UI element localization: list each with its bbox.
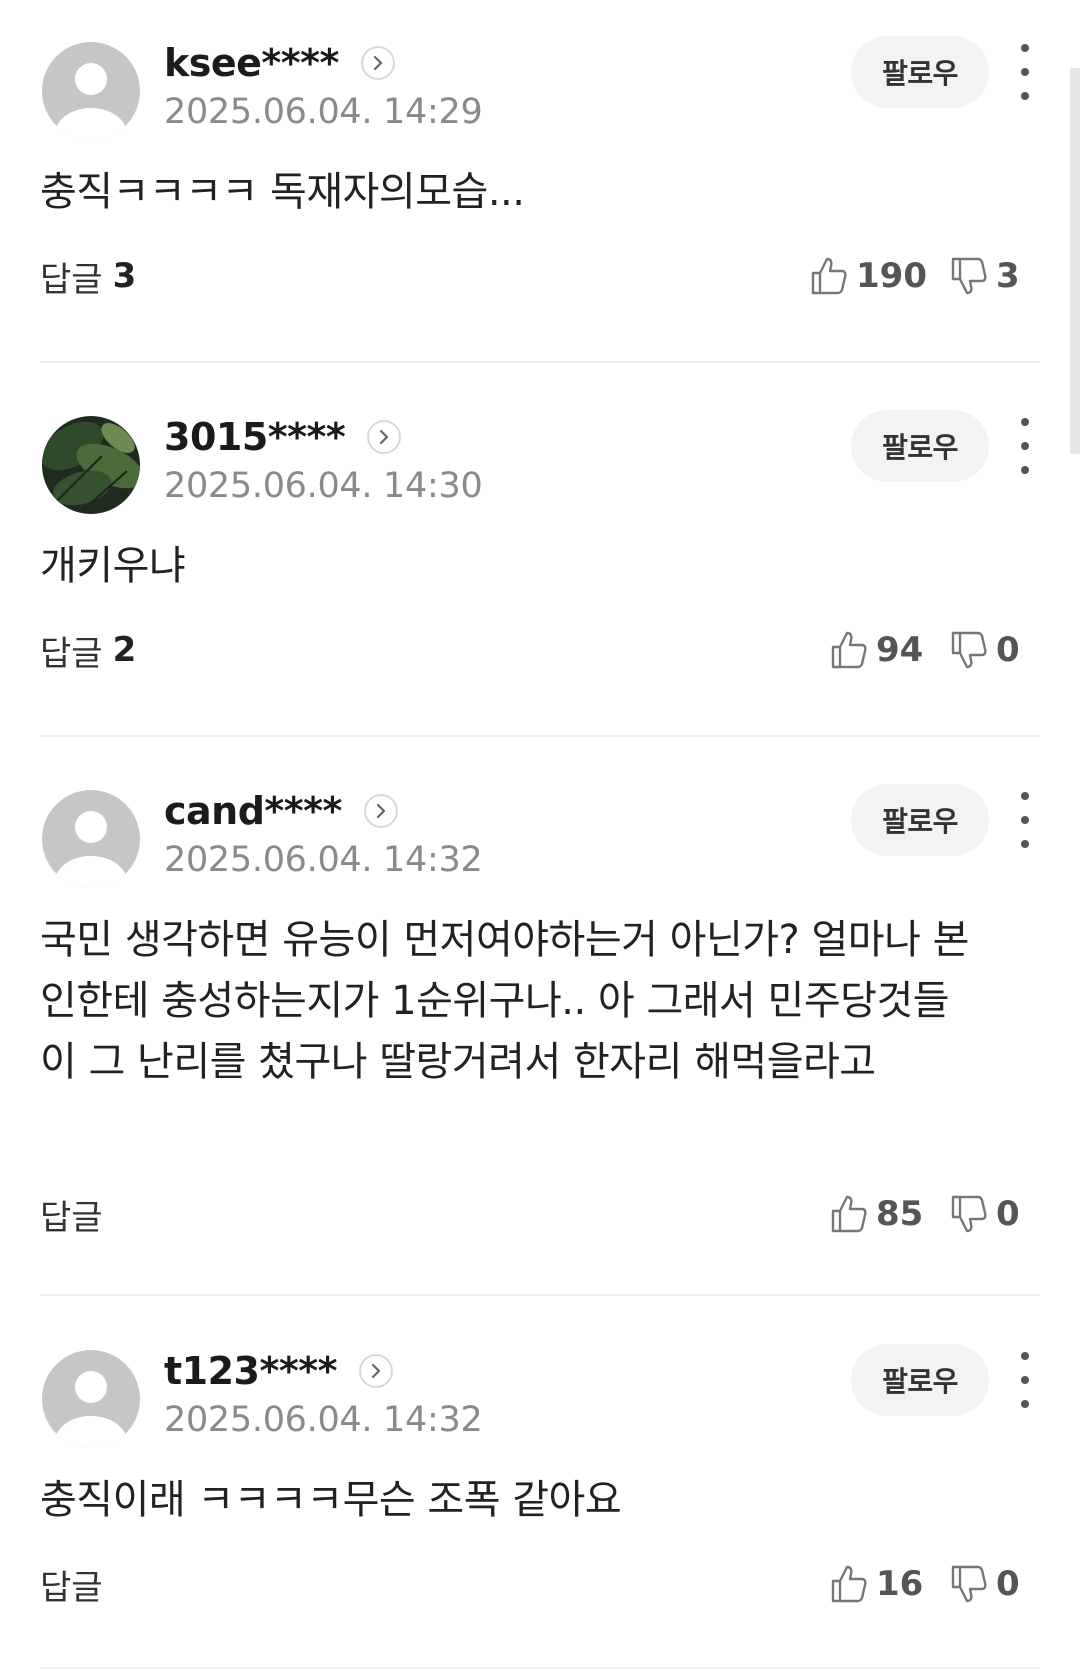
like-count: 85 [876, 1194, 924, 1234]
chevron-right-icon[interactable] [363, 794, 398, 828]
username-row[interactable]: 3015**** [164, 412, 402, 462]
like-count: 16 [876, 1564, 924, 1604]
dislike-count: 0 [996, 1564, 1020, 1604]
comment-divider [40, 735, 1040, 737]
dislike-button[interactable]: 0 [950, 627, 1020, 673]
comment-text: 충직ㅋㅋㅋㅋ 독재자의모습... [40, 169, 525, 215]
thumbs-up-icon [831, 631, 867, 669]
default-avatar-icon[interactable] [42, 790, 140, 888]
like-button[interactable]: 16 [830, 1561, 923, 1607]
like-button[interactable]: 94 [830, 627, 923, 673]
dislike-button[interactable]: 3 [950, 253, 1020, 299]
comment-divider [40, 1667, 1040, 1669]
chevron-right-icon[interactable] [358, 1354, 393, 1388]
default-avatar-icon[interactable] [42, 42, 140, 140]
username-row[interactable]: ksee**** [164, 38, 395, 88]
leaf-photo-avatar-icon[interactable] [42, 416, 140, 514]
like-count: 94 [876, 630, 924, 670]
more-options-icon[interactable] [1010, 418, 1040, 474]
follow-button[interactable]: 팔로우 [851, 1344, 989, 1416]
comment-item: 3015**** 2025.06.04. 14:30 팔로우 개키우냐 답글 2… [40, 410, 1040, 674]
reply-button[interactable]: 답글 3 [40, 253, 137, 300]
reply-count: 3 [112, 256, 137, 296]
dislike-count: 0 [996, 630, 1020, 670]
thumbs-down-icon [951, 1565, 987, 1603]
comment-divider [40, 361, 1040, 363]
comment-timestamp: 2025.06.04. 14:30 [164, 466, 483, 506]
reply-label: 답글 [40, 633, 103, 674]
username[interactable]: 3015**** [164, 415, 346, 459]
reply-label: 답글 [40, 1567, 103, 1608]
username[interactable]: ksee**** [164, 41, 339, 85]
reply-button[interactable]: 답글 2 [40, 627, 137, 674]
dislike-button[interactable]: 0 [950, 1561, 1020, 1607]
reply-button[interactable]: 답글 [40, 1561, 113, 1608]
more-options-icon[interactable] [1010, 44, 1040, 100]
follow-button[interactable]: 팔로우 [851, 410, 989, 482]
dislike-count: 3 [996, 256, 1020, 296]
thumbs-up-icon [831, 1195, 867, 1233]
more-options-icon[interactable] [1010, 792, 1040, 848]
comment-divider [40, 1294, 1040, 1296]
thumbs-up-icon [831, 1565, 867, 1603]
comment-item: t123**** 2025.06.04. 14:32 팔로우 충직이래 ㅋㅋㅋㅋ… [40, 1344, 1040, 1608]
comment-timestamp: 2025.06.04. 14:29 [164, 92, 483, 132]
like-button[interactable]: 85 [830, 1191, 923, 1237]
dislike-count: 0 [996, 1194, 1020, 1234]
like-count: 190 [856, 256, 927, 296]
thumbs-up-icon [811, 257, 847, 295]
comment-item: ksee**** 2025.06.04. 14:29 팔로우 충직ㅋㅋㅋㅋ 독재… [40, 36, 1040, 300]
reply-label: 답글 [40, 1197, 103, 1238]
more-options-icon[interactable] [1010, 1352, 1040, 1408]
scrollbar[interactable] [1070, 0, 1080, 1671]
comment-timestamp: 2025.06.04. 14:32 [164, 840, 483, 880]
username-row[interactable]: t123**** [164, 1346, 393, 1396]
comment-item: cand**** 2025.06.04. 14:32 팔로우 국민 생각하면 유… [40, 784, 1040, 1254]
username[interactable]: cand**** [164, 789, 342, 833]
follow-button[interactable]: 팔로우 [851, 36, 989, 108]
scrollbar-thumb[interactable] [1070, 68, 1080, 454]
comment-text: 국민 생각하면 유능이 먼저여야하는거 아닌가? 얼마나 본인한테 충성하는지가… [40, 917, 969, 1085]
thumbs-down-icon [951, 631, 987, 669]
reply-label: 답글 [40, 259, 103, 300]
reply-count: 2 [112, 630, 137, 670]
chevron-right-icon[interactable] [360, 46, 395, 80]
comment-text: 충직이래 ㅋㅋㅋㅋ무슨 조폭 같아요 [40, 1477, 622, 1523]
comment-timestamp: 2025.06.04. 14:32 [164, 1400, 483, 1440]
reply-button[interactable]: 답글 [40, 1191, 113, 1238]
username-row[interactable]: cand**** [164, 786, 398, 836]
like-button[interactable]: 190 [810, 253, 927, 299]
username[interactable]: t123**** [164, 1349, 337, 1393]
comment-text: 개키우냐 [40, 543, 186, 589]
thumbs-down-icon [951, 1195, 987, 1233]
default-avatar-icon[interactable] [42, 1350, 140, 1448]
follow-button[interactable]: 팔로우 [851, 784, 989, 856]
thumbs-down-icon [951, 257, 987, 295]
dislike-button[interactable]: 0 [950, 1191, 1020, 1237]
chevron-right-icon[interactable] [367, 420, 402, 454]
